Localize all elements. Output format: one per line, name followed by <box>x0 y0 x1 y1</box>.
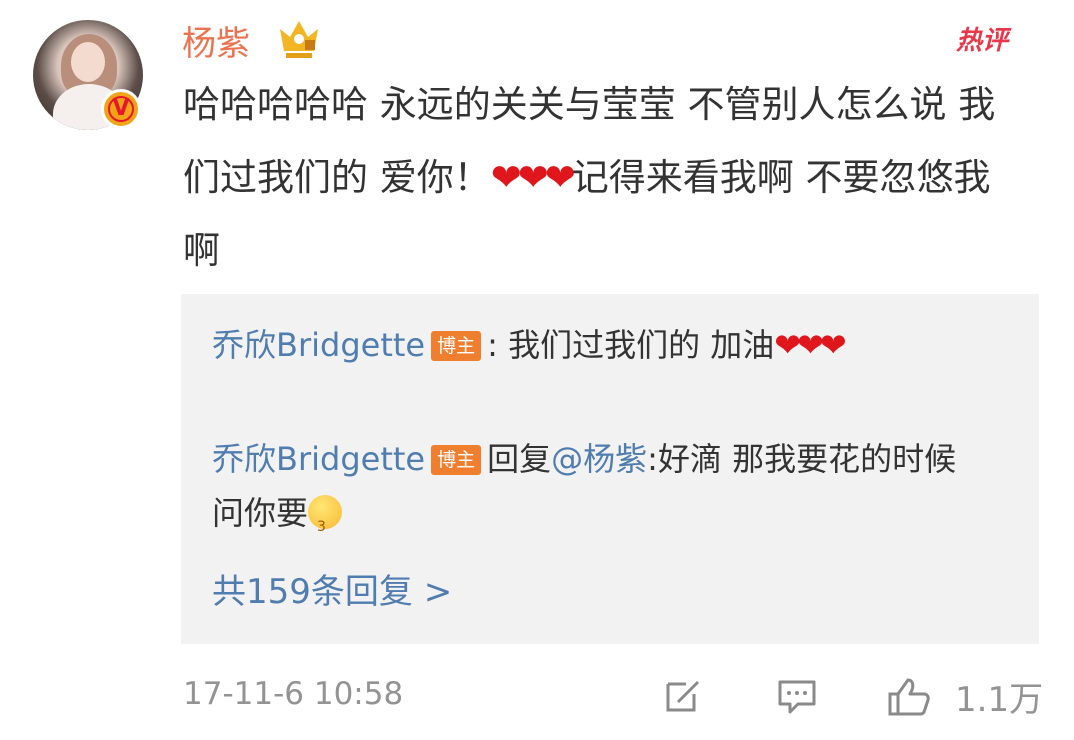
replies-panel: 乔欣Bridgette 博主: 我们过我们的 加油❤❤❤ 乔欣Bridgette 博… <box>181 294 1039 644</box>
comment-timestamp: 17-11-6 10:58 <box>183 676 404 712</box>
hot-comment-label: 热评 <box>956 26 1009 56</box>
kiss-emoji-icon <box>308 495 343 554</box>
reply-text: 我们过我们的 加油 <box>497 326 775 364</box>
crown-icon <box>280 21 318 58</box>
avatar-face <box>71 42 105 82</box>
blogger-tag: 博主 <box>431 445 482 475</box>
verified-badge-icon: V <box>101 89 141 129</box>
more-replies-link[interactable]: 共159条回复 > <box>212 564 452 613</box>
comment-username[interactable]: 杨紫 <box>182 16 250 65</box>
reply-mention[interactable]: @杨紫 <box>551 440 647 478</box>
reply-prefix: 回复 <box>487 440 552 478</box>
comment-icon[interactable] <box>776 676 818 716</box>
blogger-tag: 博主 <box>431 331 482 361</box>
like-icon[interactable] <box>886 676 932 718</box>
reply-separator: : <box>487 326 498 364</box>
reply-author[interactable]: 乔欣Bridgette <box>212 326 425 364</box>
reply-author[interactable]: 乔欣Bridgette <box>212 440 425 478</box>
heart-emoji-group: ❤❤❤ <box>774 326 846 364</box>
comment-text: 哈哈哈哈哈 永远的关关与莹莹 不管别人怎么说 我们过我们的 爱你！❤❤❤记得来看… <box>183 68 1023 287</box>
heart-emoji-group: ❤❤❤ <box>490 156 576 199</box>
like-count: 1.1万 <box>955 680 1044 720</box>
reply-item[interactable]: 乔欣Bridgette 博主: 我们过我们的 加油❤❤❤ <box>212 318 972 372</box>
edit-icon[interactable] <box>662 676 704 716</box>
reply-item[interactable]: 乔欣Bridgette 博主 回复@杨紫:好滴 那我要花的时候 问你要 <box>212 432 972 554</box>
